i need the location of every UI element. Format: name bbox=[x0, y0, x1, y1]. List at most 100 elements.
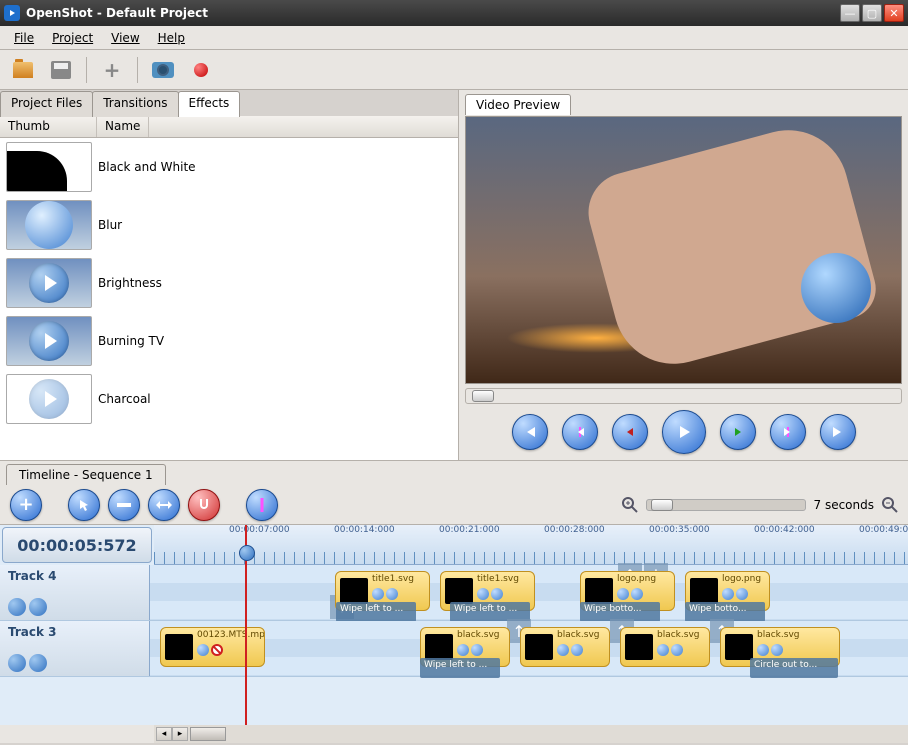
zoom-in-icon[interactable] bbox=[622, 497, 638, 513]
transition-clip[interactable]: Wipe left to ... bbox=[336, 602, 416, 622]
scroll-thumb[interactable] bbox=[190, 727, 226, 741]
track-visibility-button[interactable] bbox=[8, 654, 26, 672]
step-back-button[interactable] bbox=[612, 414, 648, 450]
add-track-button[interactable]: + bbox=[10, 489, 42, 521]
zoom-out-icon[interactable] bbox=[882, 497, 898, 513]
clip-audio-icon[interactable] bbox=[491, 588, 503, 600]
play-button[interactable] bbox=[662, 410, 706, 454]
clip-visible-icon[interactable] bbox=[757, 644, 769, 656]
effect-row[interactable]: Burning TV bbox=[0, 312, 458, 370]
timeline-body: 00:00:05:572 00:00:07:00000:00:14:00000:… bbox=[0, 525, 908, 725]
effect-row[interactable]: Brightness bbox=[0, 254, 458, 312]
preview-scrubber[interactable] bbox=[465, 388, 902, 404]
record-button[interactable] bbox=[186, 55, 216, 85]
ruler-tick: 00:00:07:000 bbox=[229, 525, 290, 535]
timeline-clip[interactable]: black.svg bbox=[520, 627, 610, 667]
effect-thumbnail bbox=[6, 142, 92, 192]
column-thumb[interactable]: Thumb bbox=[0, 116, 97, 137]
clip-thumbnail bbox=[340, 578, 368, 604]
clip-audio-icon[interactable] bbox=[736, 588, 748, 600]
effect-label: Burning TV bbox=[98, 334, 164, 348]
playhead[interactable] bbox=[245, 525, 247, 725]
skip-end-button[interactable] bbox=[820, 414, 856, 450]
effect-row[interactable]: Black and White bbox=[0, 138, 458, 196]
effect-row[interactable]: Blur bbox=[0, 196, 458, 254]
clip-thumbnail bbox=[525, 634, 553, 660]
effects-list[interactable]: Black and White Blur Brightness Burning … bbox=[0, 138, 458, 460]
clip-mute-icon[interactable] bbox=[211, 644, 223, 656]
ruler-tick: 00:00:28:000 bbox=[544, 525, 605, 535]
import-button[interactable] bbox=[97, 55, 127, 85]
menu-project[interactable]: Project bbox=[44, 29, 101, 47]
column-name[interactable]: Name bbox=[97, 116, 149, 137]
scrubber-thumb[interactable] bbox=[472, 390, 494, 402]
zoom-slider[interactable] bbox=[646, 499, 806, 511]
clip-audio-icon[interactable] bbox=[671, 644, 683, 656]
clip-visible-icon[interactable] bbox=[477, 588, 489, 600]
track-audio-button[interactable] bbox=[29, 598, 47, 616]
track-name-label: Track 4 bbox=[8, 569, 141, 583]
add-marker-button[interactable] bbox=[246, 489, 278, 521]
transition-clip[interactable]: Circle out to... bbox=[750, 658, 838, 678]
track-header[interactable]: Track 4 bbox=[0, 565, 150, 620]
save-icon bbox=[51, 61, 71, 79]
clip-visible-icon[interactable] bbox=[372, 588, 384, 600]
ruler-scale[interactable]: 00:00:07:00000:00:14:00000:00:21:00000:0… bbox=[154, 525, 908, 565]
tab-transitions[interactable]: Transitions bbox=[92, 91, 178, 117]
razor-tool-button[interactable] bbox=[108, 489, 140, 521]
clip-label: logo.png bbox=[617, 574, 656, 584]
menu-file[interactable]: File bbox=[6, 29, 42, 47]
clip-visible-icon[interactable] bbox=[557, 644, 569, 656]
tab-effects[interactable]: Effects bbox=[178, 91, 241, 117]
clip-visible-icon[interactable] bbox=[657, 644, 669, 656]
clip-visible-icon[interactable] bbox=[722, 588, 734, 600]
clip-audio-icon[interactable] bbox=[571, 644, 583, 656]
resize-tool-button[interactable] bbox=[148, 489, 180, 521]
track-audio-button[interactable] bbox=[29, 654, 47, 672]
minimize-button[interactable]: — bbox=[840, 4, 860, 22]
scroll-left-button[interactable]: ◂ bbox=[156, 727, 172, 741]
tab-video-preview[interactable]: Video Preview bbox=[465, 94, 571, 115]
timeline-clip[interactable]: 00123.MTS.mp4 bbox=[160, 627, 265, 667]
zoom-slider-thumb[interactable] bbox=[651, 499, 673, 511]
track-visibility-button[interactable] bbox=[8, 598, 26, 616]
effect-row[interactable]: Charcoal bbox=[0, 370, 458, 428]
snap-button[interactable] bbox=[188, 489, 220, 521]
clip-audio-icon[interactable] bbox=[386, 588, 398, 600]
clip-audio-icon[interactable] bbox=[631, 588, 643, 600]
timeline-h-scrollbar[interactable]: ◂ ▸ bbox=[154, 725, 908, 743]
video-preview[interactable] bbox=[465, 116, 902, 384]
current-time-display: 00:00:05:572 bbox=[2, 527, 152, 563]
track-header[interactable]: Track 3 bbox=[0, 621, 150, 676]
track-content[interactable]: ↑↑↑ 00123.MTS.mp4 black.svg black.svg bl… bbox=[150, 621, 908, 676]
clip-label: logo.png bbox=[722, 574, 761, 584]
skip-start-button[interactable] bbox=[512, 414, 548, 450]
open-button[interactable] bbox=[8, 55, 38, 85]
maximize-button[interactable]: ▢ bbox=[862, 4, 882, 22]
close-button[interactable]: ✕ bbox=[884, 4, 904, 22]
clip-thumbnail bbox=[445, 578, 473, 604]
clip-label: title1.svg bbox=[372, 574, 414, 584]
tab-project-files[interactable]: Project Files bbox=[0, 91, 93, 117]
scroll-right-button[interactable]: ▸ bbox=[172, 727, 188, 741]
menu-view[interactable]: View bbox=[103, 29, 147, 47]
clip-audio-icon[interactable] bbox=[471, 644, 483, 656]
prev-marker-button[interactable] bbox=[562, 414, 598, 450]
screenshot-button[interactable] bbox=[148, 55, 178, 85]
tab-timeline[interactable]: Timeline - Sequence 1 bbox=[6, 464, 166, 485]
save-button[interactable] bbox=[46, 55, 76, 85]
clip-visible-icon[interactable] bbox=[457, 644, 469, 656]
pointer-tool-button[interactable] bbox=[68, 489, 100, 521]
clip-visible-icon[interactable] bbox=[617, 588, 629, 600]
track-row: Track 3 ↑↑↑ 00123.MTS.mp4 black.svg blac… bbox=[0, 621, 908, 677]
transition-clip[interactable]: Wipe left to ... bbox=[420, 658, 500, 678]
track-row: Track 4 ↑↑↓ title1.svg title1.svg logo.p… bbox=[0, 565, 908, 621]
clip-audio-icon[interactable] bbox=[771, 644, 783, 656]
step-forward-button[interactable] bbox=[720, 414, 756, 450]
menu-help[interactable]: Help bbox=[150, 29, 193, 47]
next-marker-button[interactable] bbox=[770, 414, 806, 450]
track-content[interactable]: ↑↑↓ title1.svg title1.svg logo.png logo.… bbox=[150, 565, 908, 620]
clip-visible-icon[interactable] bbox=[197, 644, 209, 656]
clip-thumbnail bbox=[425, 634, 453, 660]
timeline-clip[interactable]: black.svg bbox=[620, 627, 710, 667]
